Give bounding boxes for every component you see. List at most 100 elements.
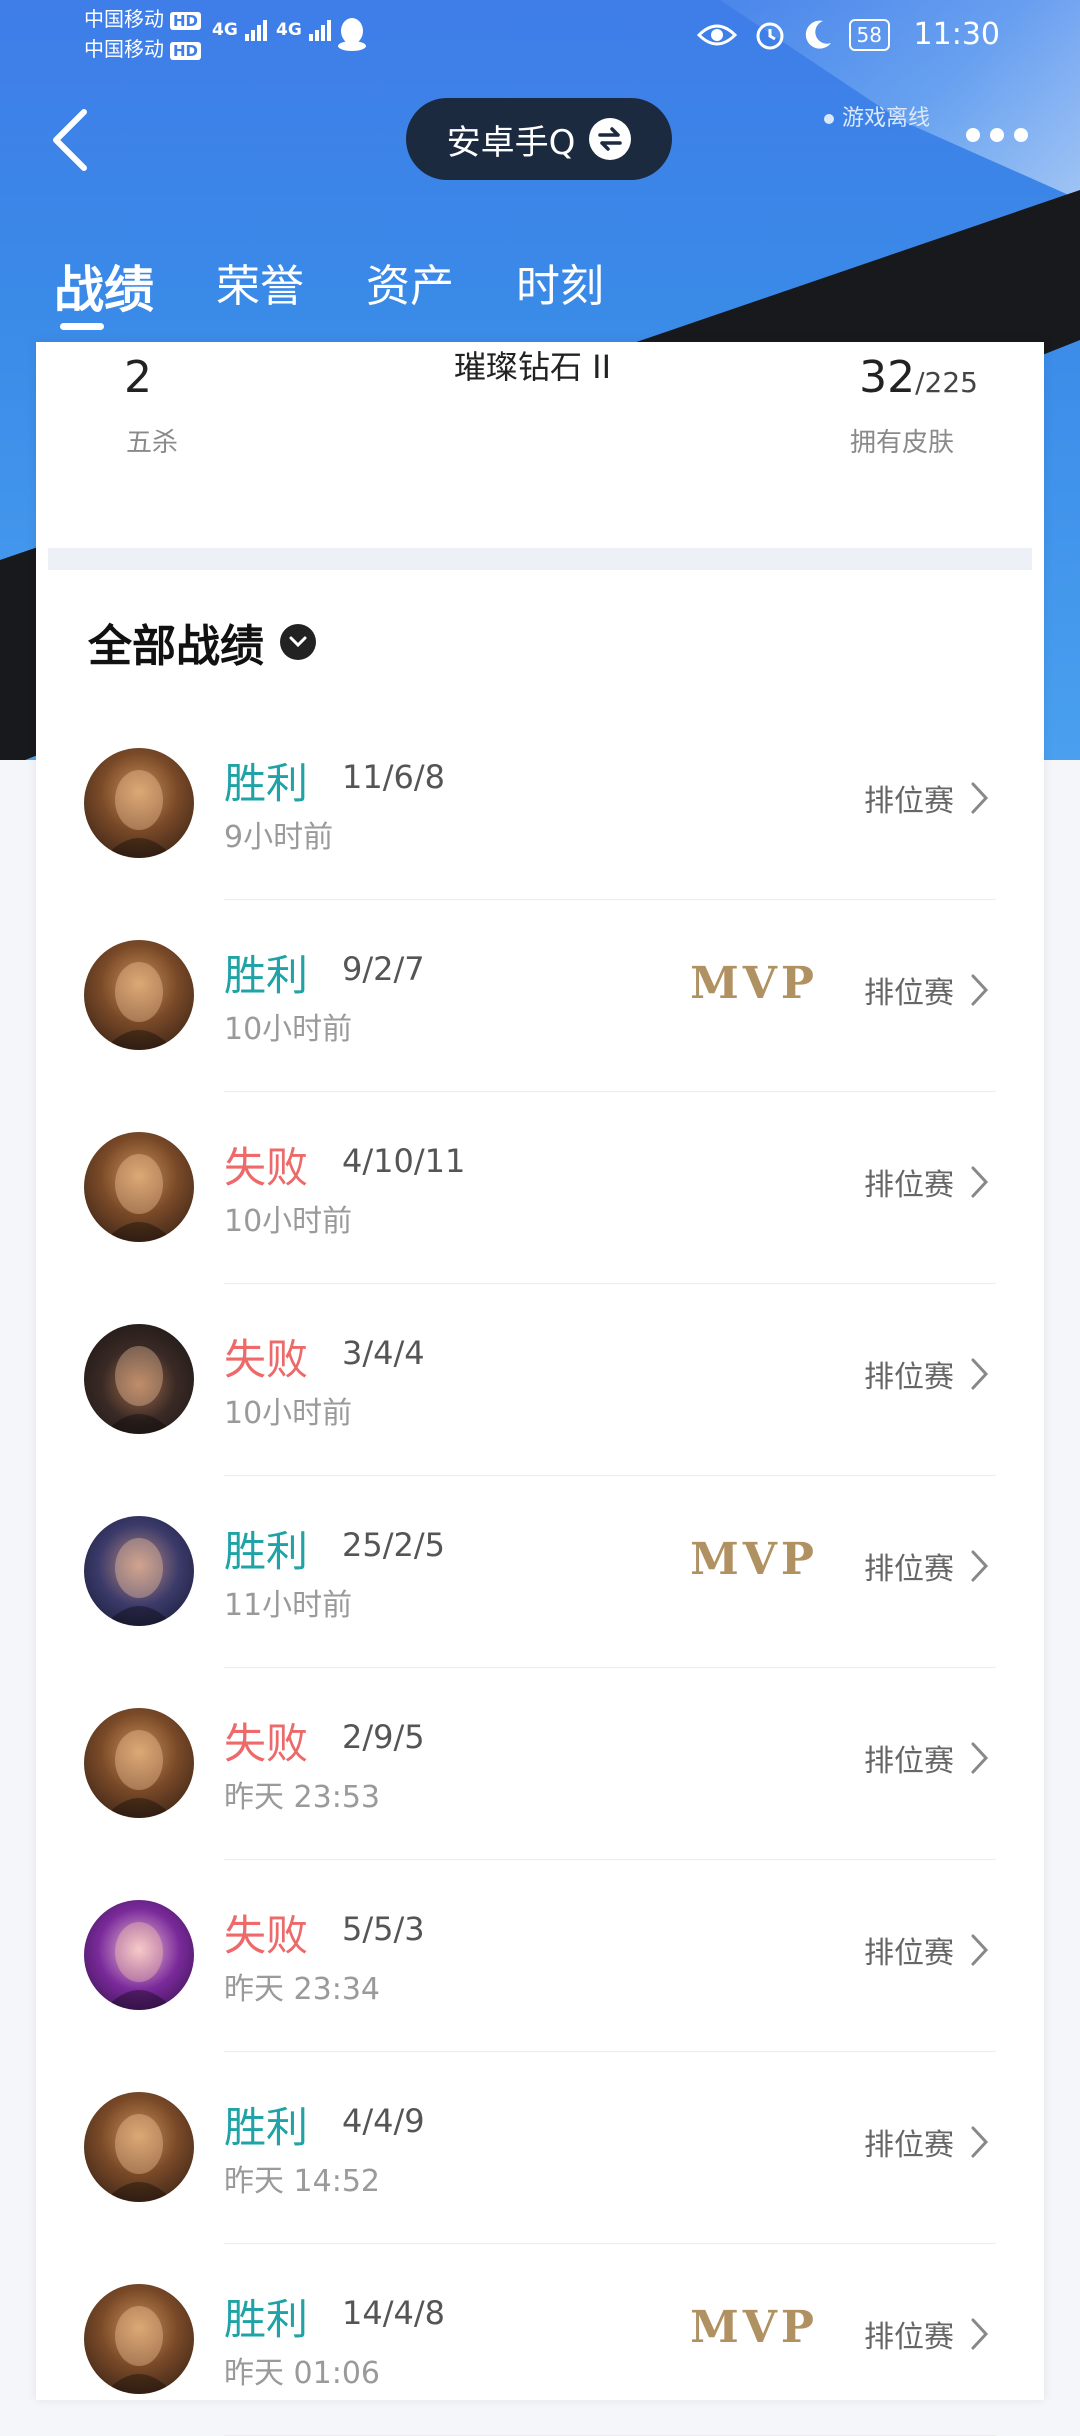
match-result: 胜利 <box>224 2295 309 2344</box>
skins-label: 拥有皮肤 <box>849 428 954 458</box>
hero-avatar <box>84 1708 194 1818</box>
tab-bar: 战绩 荣誉 资产 时刻 <box>54 250 604 330</box>
more-options-icon[interactable] <box>966 128 1028 142</box>
chevron-right-icon <box>971 782 989 814</box>
chevron-right-icon <box>971 1166 989 1198</box>
hero-avatar <box>84 1516 194 1626</box>
match-row[interactable]: 胜利 25/2/5 11小时前 MVP 排位赛 <box>36 1476 1044 1668</box>
carrier-2: 中国移动 HD <box>84 37 202 61</box>
battery-indicator: 58 <box>848 19 890 51</box>
pentakills-value: 2 <box>124 352 152 403</box>
moon-icon <box>805 20 831 49</box>
network-type-2: 4G <box>276 20 302 40</box>
carrier-2-label: 中国移动 <box>84 37 164 61</box>
section-divider <box>48 548 1032 570</box>
hero-avatar <box>84 2284 194 2394</box>
match-mode: 排位赛 <box>864 1168 954 1203</box>
match-mode: 排位赛 <box>864 2320 954 2355</box>
match-time: 10小时前 <box>224 1396 353 1431</box>
match-kda: 9/2/7 <box>342 950 425 988</box>
match-result: 失败 <box>224 1143 309 1192</box>
records-filter[interactable]: 全部战绩 <box>88 610 316 674</box>
hero-avatar <box>84 748 194 858</box>
tab-assets[interactable]: 资产 <box>366 250 454 330</box>
status-icons: 58 <box>696 18 890 52</box>
match-kda: 11/6/8 <box>342 758 445 796</box>
chevron-right-icon <box>971 1934 989 1966</box>
match-result: 胜利 <box>224 1527 309 1576</box>
hero-avatar <box>84 940 194 1050</box>
signal-2: 4G <box>276 18 334 42</box>
match-result: 失败 <box>224 1911 309 1960</box>
clock: 11:30 <box>913 17 1000 52</box>
skins-count: 32/225 <box>859 352 978 403</box>
match-kda: 2/9/5 <box>342 1718 425 1756</box>
match-row[interactable]: 胜利 11/6/8 9小时前 排位赛 <box>36 708 1044 900</box>
match-time: 9小时前 <box>224 820 334 855</box>
match-list: 胜利 11/6/8 9小时前 排位赛 胜利 9/2/7 10小时前 MVP 排位… <box>36 708 1044 2436</box>
game-status: 游戏离线 <box>823 100 930 132</box>
chevron-right-icon <box>971 974 989 1006</box>
match-time: 昨天 23:53 <box>224 1780 380 1815</box>
match-row[interactable]: 失败 2/9/5 昨天 23:53 排位赛 <box>36 1668 1044 1860</box>
match-time: 10小时前 <box>224 1204 353 1239</box>
chevron-right-icon <box>971 2318 989 2350</box>
qq-penguin-icon <box>338 18 366 51</box>
chevron-right-icon <box>971 1742 989 1774</box>
mvp-badge: MVP <box>690 2302 818 2353</box>
match-time: 昨天 23:34 <box>224 1972 380 2007</box>
offline-dot-icon <box>823 114 834 124</box>
match-time: 11小时前 <box>224 1588 353 1623</box>
tab-moments[interactable]: 时刻 <box>516 250 604 330</box>
match-result: 失败 <box>224 1719 309 1768</box>
match-mode: 排位赛 <box>864 1744 954 1779</box>
match-kda: 14/4/8 <box>342 2294 445 2332</box>
records-filter-label: 全部战绩 <box>88 621 264 672</box>
stats-panel: 2 五杀 璀璨钻石 II 32/225 拥有皮肤 <box>36 342 1044 548</box>
chevron-down-icon <box>280 624 316 660</box>
match-kda: 5/5/3 <box>342 1910 425 1948</box>
match-row[interactable]: 胜利 4/4/9 昨天 14:52 排位赛 <box>36 2052 1044 2244</box>
hd-badge-1: HD <box>170 12 202 30</box>
match-row[interactable]: 失败 4/10/11 10小时前 排位赛 <box>36 1092 1044 1284</box>
hero-avatar <box>84 1324 194 1434</box>
pentakills-label: 五杀 <box>126 428 179 458</box>
match-result: 胜利 <box>224 759 309 808</box>
match-mode: 排位赛 <box>864 784 954 819</box>
match-row[interactable]: 胜利 14/4/8 昨天 01:06 MVP 排位赛 <box>36 2244 1044 2436</box>
hero-avatar <box>84 1900 194 2010</box>
signal-bars-icon <box>308 20 331 41</box>
network-type-1: 4G <box>212 20 238 40</box>
match-kda: 4/10/11 <box>342 1142 466 1180</box>
swap-icon <box>589 118 632 160</box>
status-bar: 中国移动 HD 中国移动 HD 4G 4G 58 11:30 <box>0 0 1080 70</box>
match-mode: 排位赛 <box>864 1552 954 1587</box>
chevron-right-icon <box>971 1358 989 1390</box>
match-mode: 排位赛 <box>864 2128 954 2163</box>
match-row[interactable]: 胜利 9/2/7 10小时前 MVP 排位赛 <box>36 900 1044 1092</box>
match-mode: 排位赛 <box>864 1936 954 1971</box>
match-row[interactable]: 失败 5/5/3 昨天 23:34 排位赛 <box>36 1860 1044 2052</box>
match-result: 胜利 <box>224 951 309 1000</box>
match-kda: 3/4/4 <box>342 1334 425 1372</box>
account-switcher[interactable]: 安卓手Q <box>406 98 672 180</box>
match-time: 昨天 14:52 <box>224 2164 380 2199</box>
match-time: 10小时前 <box>224 1012 353 1047</box>
chevron-right-icon <box>971 1550 989 1582</box>
skins-owned: 32 <box>859 352 916 403</box>
alarm-icon <box>756 22 784 50</box>
hd-badge-2: HD <box>170 42 202 60</box>
carrier-1-label: 中国移动 <box>84 7 164 31</box>
hero-avatar <box>84 2092 194 2202</box>
mvp-badge: MVP <box>690 1534 818 1585</box>
tab-honors[interactable]: 荣誉 <box>216 250 304 330</box>
match-row[interactable]: 失败 3/4/4 10小时前 排位赛 <box>36 1284 1044 1476</box>
match-kda: 25/2/5 <box>342 1526 445 1564</box>
match-mode: 排位赛 <box>864 976 954 1011</box>
tab-records[interactable]: 战绩 <box>54 250 154 330</box>
skins-total: /225 <box>915 366 978 399</box>
match-kda: 4/4/9 <box>342 2102 425 2140</box>
offline-label: 游戏离线 <box>841 106 930 131</box>
match-mode: 排位赛 <box>864 1360 954 1395</box>
back-arrow-icon[interactable] <box>40 100 100 180</box>
